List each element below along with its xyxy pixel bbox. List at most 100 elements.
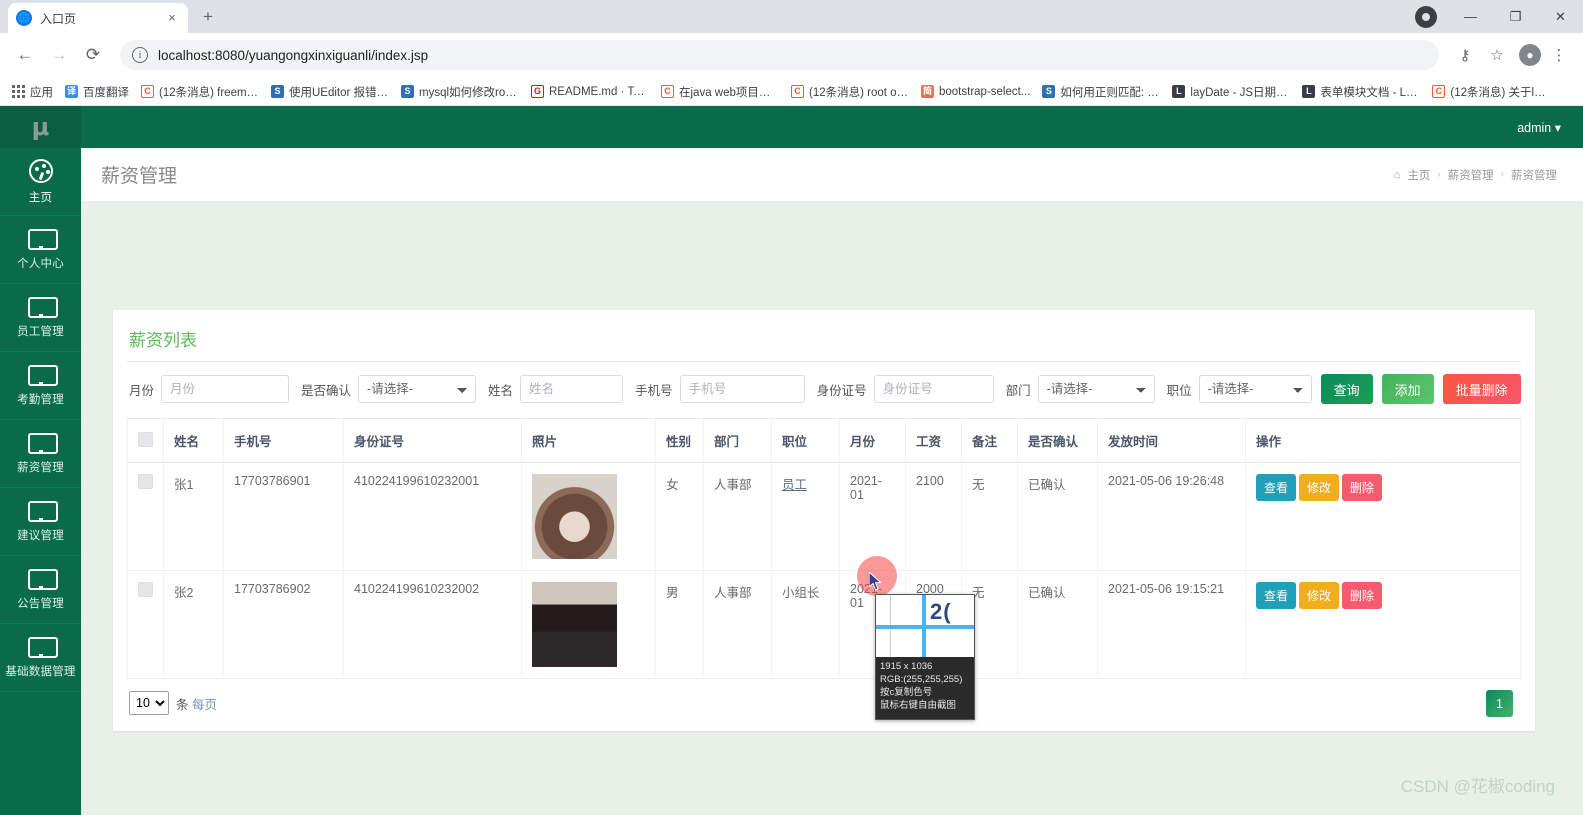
logo-glyph: μ bbox=[31, 113, 50, 141]
query-button[interactable]: 查询 bbox=[1320, 374, 1373, 404]
delete-button[interactable]: 删除 bbox=[1342, 582, 1383, 609]
new-tab-button[interactable]: + bbox=[194, 3, 222, 31]
sidebar-item-label: 建议管理 bbox=[17, 529, 64, 542]
breadcrumb-item-2: 薪资管理 bbox=[1511, 169, 1557, 182]
bookmark-label: bootstrap-select... bbox=[939, 85, 1031, 98]
forward-icon[interactable]: → bbox=[44, 40, 74, 70]
browser-tab[interactable]: 🌐 入口页 × bbox=[8, 3, 188, 33]
per-page-select[interactable]: 10 bbox=[129, 691, 169, 715]
sidebar-item-label: 薪资管理 bbox=[17, 461, 64, 474]
user-menu[interactable]: admin ▾ bbox=[1517, 120, 1561, 135]
menu-icon[interactable]: ⋮ bbox=[1545, 41, 1573, 69]
bookmark-item[interactable]: L 表单模块文档 - Lay... bbox=[1296, 81, 1426, 103]
breadcrumb-item-0[interactable]: 主页 bbox=[1407, 167, 1430, 183]
url-text: localhost:8080/yuangongxinxiguanli/index… bbox=[158, 47, 429, 63]
close-window-button[interactable]: ✕ bbox=[1538, 0, 1583, 33]
bookmark-item[interactable]: C (12条消息) root of... bbox=[785, 81, 915, 103]
month-input[interactable] bbox=[161, 375, 290, 403]
row-checkbox[interactable] bbox=[138, 474, 153, 489]
idcard-input[interactable] bbox=[873, 375, 994, 403]
breadcrumb-separator: › bbox=[1437, 169, 1441, 180]
batch-delete-button[interactable]: 批量删除 bbox=[1442, 374, 1521, 404]
cell-department: 人事部 bbox=[703, 462, 772, 571]
sidebar-item-7[interactable]: 基础数据管理 bbox=[0, 624, 81, 692]
breadcrumb-item-1[interactable]: 薪资管理 bbox=[1448, 167, 1494, 183]
bookmark-item[interactable]: C 在java web项目中... bbox=[655, 81, 785, 103]
magnifier-copy-hint: 按c复制色号 bbox=[880, 687, 933, 698]
table-body: 张1 17703786901 410224199610232001 女人事部 员工 202… bbox=[127, 462, 1521, 679]
column-header-5: 性别 bbox=[655, 418, 704, 463]
phone-input[interactable] bbox=[679, 375, 805, 403]
back-icon[interactable]: ← bbox=[10, 40, 40, 70]
position-select[interactable]: -请选择- bbox=[1198, 375, 1312, 403]
gitee-icon: G bbox=[531, 85, 544, 98]
bookmark-item[interactable]: 译百度翻译 bbox=[59, 81, 135, 103]
avatar[interactable]: ● bbox=[1519, 44, 1541, 66]
edit-button[interactable]: 修改 bbox=[1299, 474, 1340, 501]
sidebar-item-2[interactable]: 员工管理 bbox=[0, 284, 81, 352]
site-info-icon[interactable]: i bbox=[132, 47, 148, 63]
row-checkbox[interactable] bbox=[138, 582, 153, 597]
column-header-8: 月份 bbox=[839, 418, 906, 463]
column-header-6: 部门 bbox=[703, 418, 772, 463]
page-1-button[interactable]: 1 bbox=[1486, 690, 1513, 717]
window-controls: — ❐ ✕ bbox=[1403, 0, 1583, 33]
edit-button[interactable]: 修改 bbox=[1299, 582, 1340, 609]
address-bar[interactable]: i localhost:8080/yuangongxinxiguanli/ind… bbox=[120, 40, 1439, 70]
department-select[interactable]: -请选择- bbox=[1037, 375, 1155, 403]
page-title: 薪资管理 bbox=[101, 166, 178, 187]
close-icon[interactable]: × bbox=[164, 10, 180, 26]
bookmark-item[interactable]: C (12条消息) 关于lay... bbox=[1426, 81, 1556, 103]
per-page-text: 条 每页 bbox=[176, 694, 217, 713]
cell-confirmed: 已确认 bbox=[1017, 570, 1098, 679]
magnifier-capture-hint: 鼠标右键自由截图 bbox=[880, 700, 957, 711]
view-button[interactable]: 查看 bbox=[1256, 582, 1297, 609]
bookmark-item[interactable]: 应用 bbox=[6, 81, 59, 103]
cell-name: 张1 bbox=[163, 462, 224, 571]
cell-remark: 无 bbox=[961, 462, 1018, 571]
bookmark-label: 表单模块文档 - Lay... bbox=[1320, 86, 1421, 99]
sidebar-item-3[interactable]: 考勤管理 bbox=[0, 352, 81, 420]
bookmark-item[interactable]: S 如何用正则匹配: 2... bbox=[1036, 81, 1166, 103]
sidebar-item-5[interactable]: 建议管理 bbox=[0, 488, 81, 556]
maximize-button[interactable]: ❐ bbox=[1493, 0, 1538, 33]
sidebar-item-0[interactable]: 主页 bbox=[0, 148, 81, 216]
minimize-button[interactable]: — bbox=[1448, 0, 1493, 33]
sidebar-item-label: 主页 bbox=[28, 191, 53, 204]
per-page-suffix: 条 bbox=[176, 697, 189, 712]
bookmark-item[interactable]: G README.md · Ter... bbox=[525, 82, 655, 101]
bookmark-label: 使用UEditor 报错C... bbox=[289, 86, 389, 99]
female-portrait-image bbox=[532, 474, 617, 559]
translate-icon: 译 bbox=[65, 85, 78, 98]
select-all-checkbox[interactable] bbox=[138, 431, 153, 447]
magnifier-info: 1915 x 1036 RGB:(255,255,255) 按c复制色号 鼠标右… bbox=[876, 657, 974, 712]
record-icon[interactable] bbox=[1403, 0, 1448, 33]
sidebar-item-6[interactable]: 公告管理 bbox=[0, 556, 81, 624]
bookmark-item[interactable]: S 使用UEditor 报错C... bbox=[265, 81, 395, 103]
column-header-0 bbox=[127, 418, 164, 463]
top-bar: admin ▾ bbox=[81, 106, 1583, 148]
sidebar-item-label: 基础数据管理 bbox=[5, 665, 76, 678]
dashboard-icon bbox=[28, 158, 53, 183]
cell-idcard: 410224199610232001 bbox=[343, 462, 522, 571]
bookmark-label: 应用 bbox=[30, 86, 53, 99]
bookmark-star-icon[interactable]: ☆ bbox=[1483, 41, 1511, 69]
monitor-icon bbox=[27, 568, 58, 590]
key-icon[interactable]: ⚷ bbox=[1451, 41, 1479, 69]
bookmark-item[interactable]: C (12条消息) freema... bbox=[135, 81, 265, 103]
magnifier-sample-text: 2( bbox=[930, 599, 952, 624]
cell-position-link[interactable]: 员工 bbox=[782, 478, 807, 492]
bookmark-label: (12条消息) freema... bbox=[159, 86, 259, 99]
view-button[interactable]: 查看 bbox=[1256, 474, 1297, 501]
bookmark-item[interactable]: 简 bootstrap-select... bbox=[915, 82, 1036, 101]
bookmark-item[interactable]: LlayDate - JS日期与... bbox=[1166, 81, 1296, 103]
add-button[interactable]: 添加 bbox=[1381, 374, 1434, 404]
sidebar-item-1[interactable]: 个人中心 bbox=[0, 216, 81, 284]
delete-button[interactable]: 删除 bbox=[1342, 474, 1383, 501]
reload-icon[interactable]: ⟳ bbox=[78, 40, 108, 70]
name-input[interactable] bbox=[520, 375, 624, 403]
sidebar-item-4[interactable]: 薪资管理 bbox=[0, 420, 81, 488]
confirmed-select[interactable]: -请选择- bbox=[358, 375, 477, 403]
app-logo[interactable]: μ bbox=[0, 106, 81, 148]
bookmark-item[interactable]: Smysql如何修改roo... bbox=[395, 81, 525, 103]
